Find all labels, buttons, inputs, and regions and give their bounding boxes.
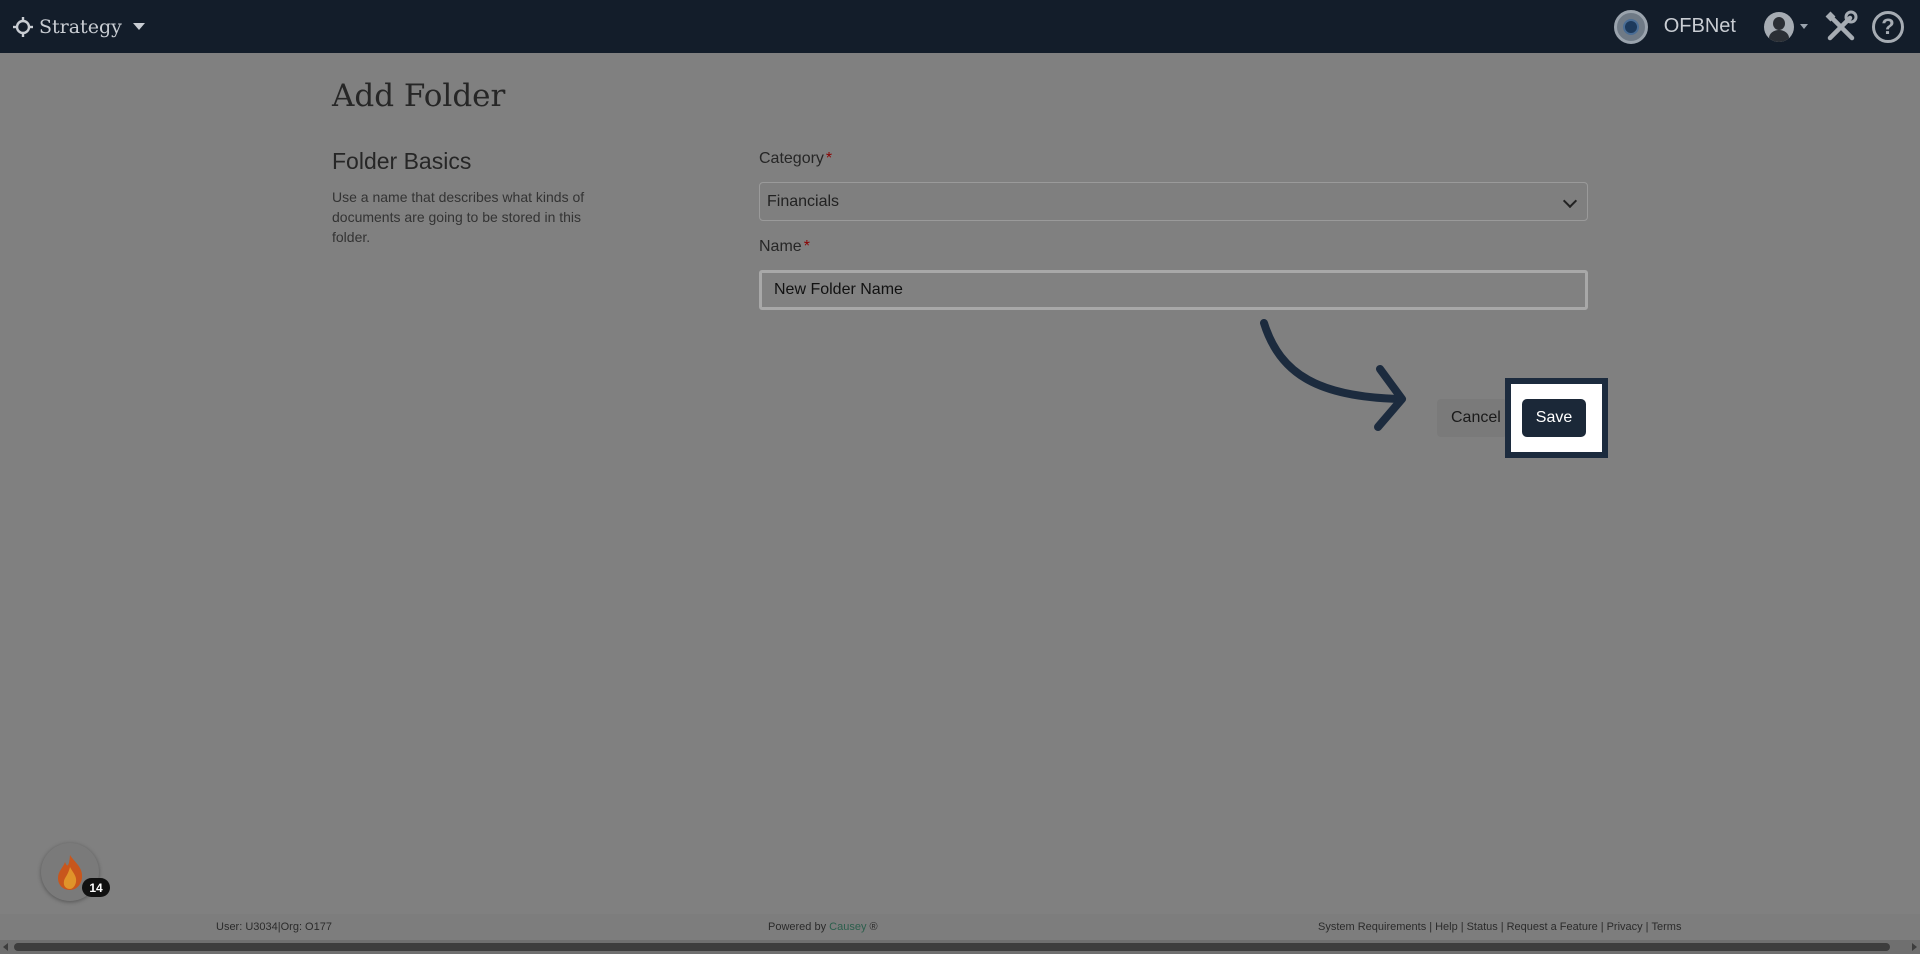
footer-link-request-feature[interactable]: Request a Feature: [1507, 921, 1598, 933]
category-selected-value: Financials: [767, 192, 840, 210]
footer-user-org: User: U3034|Org: O177: [216, 921, 332, 933]
footer-link-terms[interactable]: Terms: [1652, 921, 1682, 933]
caret-down-icon: [132, 23, 145, 30]
footer-separator: |: [1429, 921, 1433, 933]
org-name[interactable]: OFBNet: [1664, 15, 1736, 38]
folder-name-input[interactable]: [759, 270, 1588, 310]
required-marker: *: [825, 150, 833, 167]
tutorial-arrow-icon: [1260, 319, 1406, 431]
section-description: Use a name that describes what kinds of …: [332, 189, 585, 245]
streak-badge[interactable]: 14: [41, 843, 110, 901]
top-navbar: Strategy OFBNet ?: [0, 0, 1920, 53]
footer-separator: |: [1500, 921, 1504, 933]
causey-link[interactable]: Causey: [829, 921, 866, 933]
avatar-caret-icon[interactable]: [1800, 24, 1808, 29]
required-marker: *: [803, 238, 810, 255]
chevron-down-icon: [1562, 193, 1578, 209]
category-label: Category *: [759, 150, 833, 167]
name-label: Name *: [759, 238, 810, 255]
section-title: Folder Basics: [332, 148, 472, 174]
app-name: Strategy: [39, 15, 122, 38]
help-icon[interactable]: ?: [1872, 10, 1904, 43]
footer-links: System Requirements | Help | Status | Re…: [1318, 921, 1681, 933]
scrollbar-thumb[interactable]: [14, 943, 1890, 951]
footer-link-help[interactable]: Help: [1435, 921, 1458, 933]
cancel-button[interactable]: Cancel: [1437, 399, 1507, 437]
scroll-left-icon[interactable]: [3, 943, 8, 951]
save-button[interactable]: Save: [1522, 399, 1586, 437]
category-select[interactable]: Financials: [759, 182, 1588, 221]
footer-separator: |: [1460, 921, 1464, 933]
app-switcher[interactable]: Strategy: [12, 16, 145, 38]
tools-icon[interactable]: [1824, 10, 1858, 44]
footer-separator: |: [1600, 921, 1604, 933]
scroll-right-icon[interactable]: [1912, 943, 1917, 951]
org-icon[interactable]: [1613, 9, 1648, 44]
avatar[interactable]: [1764, 11, 1794, 42]
footer: User: U3034|Org: O177 Powered by Causey …: [0, 914, 1920, 940]
footer-link-system-requirements[interactable]: System Requirements: [1318, 921, 1426, 933]
footer-link-privacy[interactable]: Privacy: [1607, 921, 1643, 933]
footer-separator: |: [1645, 921, 1649, 933]
streak-count: 14: [82, 878, 110, 897]
target-icon: [13, 16, 33, 37]
footer-link-status[interactable]: Status: [1467, 921, 1498, 933]
page-title: Add Folder: [332, 78, 506, 114]
horizontal-scrollbar[interactable]: [0, 940, 1920, 954]
save-highlight-frame: Save: [1505, 378, 1608, 458]
footer-powered-by: Powered by Causey ®: [768, 921, 878, 933]
